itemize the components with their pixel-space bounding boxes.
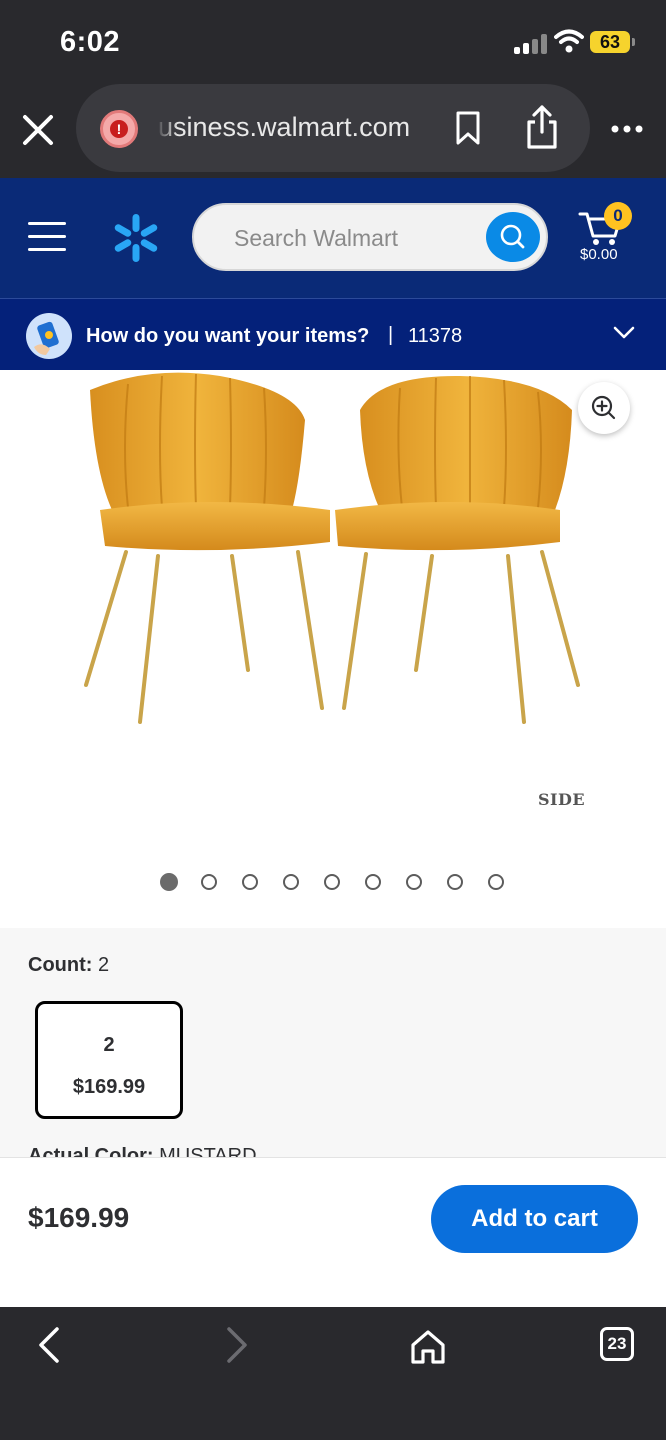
bookmark-icon[interactable] — [454, 110, 482, 146]
zoom-button[interactable] — [578, 382, 630, 434]
carousel-dot[interactable] — [447, 874, 463, 890]
share-icon[interactable] — [524, 104, 560, 150]
chevron-down-icon[interactable] — [612, 325, 636, 341]
menu-icon[interactable] — [28, 222, 68, 252]
zip-code: 11378 — [408, 325, 463, 347]
image-side-label: SIDE — [538, 790, 586, 809]
carousel-dot[interactable] — [201, 874, 217, 890]
more-options-icon[interactable] — [610, 124, 644, 134]
search-button[interactable] — [486, 212, 540, 262]
carousel-dot[interactable] — [242, 874, 258, 890]
browser-toolbar: ! usiness.walmart.com — [0, 84, 666, 178]
status-time: 6:02 — [60, 26, 121, 58]
status-bar: 6:02 63 — [0, 0, 666, 84]
product-image-gallery[interactable]: SIDE — [0, 370, 666, 928]
fulfillment-icon — [26, 313, 72, 359]
fulfillment-prompt: How do you want your items? — [86, 325, 370, 347]
carousel-dot[interactable] — [365, 874, 381, 890]
walmart-spark-logo[interactable] — [110, 212, 162, 264]
buy-bar: $169.99 Add to cart — [0, 1157, 666, 1307]
home-icon[interactable] — [408, 1327, 448, 1367]
product-price: $169.99 — [28, 1202, 130, 1233]
wifi-icon — [554, 29, 584, 53]
battery-icon: 63 — [590, 31, 635, 53]
cart-total: $0.00 — [580, 246, 618, 263]
not-secure-warning-icon[interactable]: ! — [100, 110, 138, 148]
product-image[interactable] — [0, 370, 666, 770]
url-text[interactable]: usiness.walmart.com — [158, 112, 418, 143]
carousel-dot[interactable] — [324, 874, 340, 890]
chair-left — [84, 372, 330, 724]
back-icon[interactable] — [30, 1325, 70, 1365]
cellular-signal-icon — [514, 32, 548, 54]
zoom-in-icon — [591, 395, 616, 420]
carousel-dot[interactable] — [160, 873, 178, 891]
fulfillment-separator: | — [388, 324, 394, 346]
fulfillment-selector[interactable]: How do you want your items? | 11378 — [0, 298, 666, 370]
variant-price: $169.99 — [72, 1076, 146, 1098]
count-value: 2 — [97, 954, 110, 976]
count-label: Count: 2 — [28, 954, 110, 976]
forward-icon[interactable] — [216, 1325, 256, 1365]
tabs-count-button[interactable]: 23 — [600, 1327, 634, 1361]
search-input[interactable]: Search Walmart — [192, 203, 548, 271]
carousel-dot[interactable] — [283, 874, 299, 890]
search-icon — [500, 224, 525, 249]
chair-right — [335, 375, 580, 724]
variant-count: 2 — [103, 1034, 115, 1056]
add-to-cart-button[interactable]: Add to cart — [431, 1185, 638, 1253]
carousel-dot[interactable] — [406, 874, 422, 890]
variant-options: Count: 2 2 $169.99 Actual Color: MUSTARD — [0, 928, 666, 1167]
walmart-header: Search Walmart 0 $0.00 — [0, 178, 666, 298]
browser-bottom-nav: 23 — [0, 1307, 666, 1440]
variant-tile-selected[interactable]: 2 $169.99 — [35, 1001, 183, 1119]
carousel-dot[interactable] — [488, 874, 504, 890]
search-placeholder: Search Walmart — [234, 225, 399, 251]
screen: 6:02 63 ! usiness.walmart.com Search Wal… — [0, 0, 666, 1440]
close-icon[interactable] — [20, 112, 56, 148]
cart-count-badge: 0 — [604, 202, 632, 230]
carousel-dots — [160, 873, 520, 892]
